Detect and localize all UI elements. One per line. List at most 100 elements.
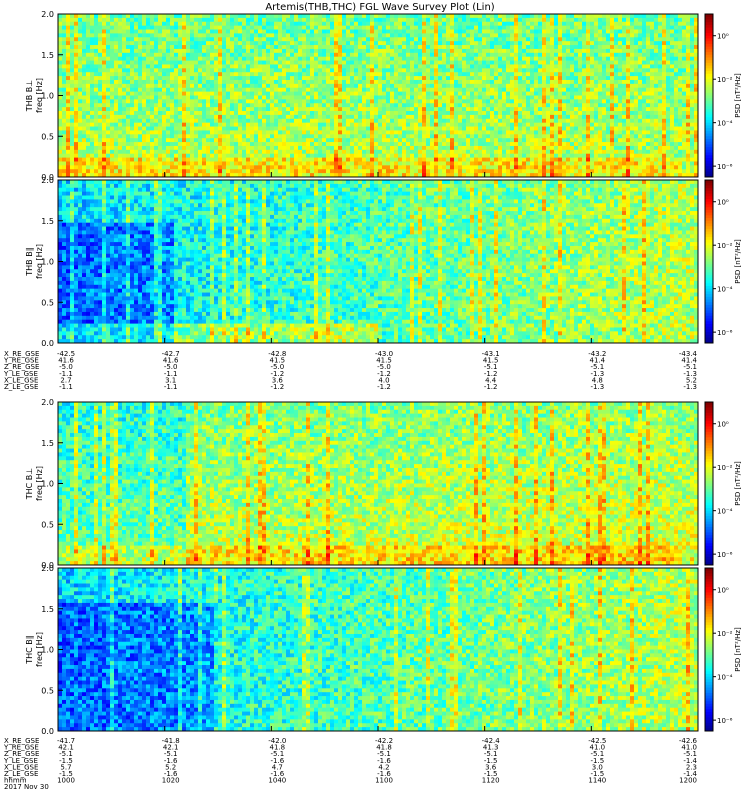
heatmap-cell — [114, 150, 118, 154]
heatmap-cell — [66, 30, 70, 34]
heatmap-cell — [114, 33, 118, 37]
heatmap-cell — [62, 37, 66, 41]
heatmap-cell — [94, 111, 98, 115]
heatmap-cell — [70, 103, 74, 107]
heatmap-cell — [98, 130, 102, 134]
heatmap-cell — [98, 158, 102, 162]
heatmap-cell — [86, 92, 90, 96]
heatmap-cell — [94, 158, 98, 162]
heatmap-cell — [98, 84, 102, 88]
heatmap-cell — [126, 57, 130, 61]
heatmap-cell — [70, 26, 74, 30]
heatmap-cell — [58, 146, 62, 150]
heatmap-cell — [98, 26, 102, 30]
heatmap-cell — [90, 161, 94, 165]
heatmap-cell — [78, 76, 82, 80]
heatmap-cell — [102, 169, 106, 173]
heatmap-cell — [70, 57, 74, 61]
heatmap-cell — [86, 49, 90, 53]
heatmap-cell — [94, 14, 98, 18]
heatmap-cell — [102, 142, 106, 146]
heatmap-cell — [82, 37, 86, 41]
heatmap-cell — [126, 72, 130, 76]
heatmap-cell — [86, 134, 90, 138]
heatmap-cell — [82, 76, 86, 80]
heatmap-cell — [98, 30, 102, 34]
wave-survey-figure: Artemis(THB,THC) FGL Wave Survey Plot (L… — [0, 0, 750, 800]
heatmap-cell — [74, 123, 78, 127]
heatmap-cell — [122, 88, 126, 92]
heatmap-cell — [126, 14, 130, 18]
heatmap-cell — [58, 30, 62, 34]
heatmap-cell — [82, 142, 86, 146]
heatmap-cell — [58, 22, 62, 26]
heatmap-cell — [98, 76, 102, 80]
heatmap-cell — [62, 64, 66, 68]
heatmap-cell — [110, 72, 114, 76]
heatmap-cell — [58, 26, 62, 30]
heatmap-cell — [74, 103, 78, 107]
heatmap-cell — [110, 165, 114, 169]
heatmap-cell — [94, 146, 98, 150]
heatmap-cell — [70, 68, 74, 72]
heatmap-cell — [82, 154, 86, 158]
heatmap-cell — [98, 18, 102, 22]
heatmap-cell — [98, 99, 102, 103]
heatmap-cell — [78, 37, 82, 41]
heatmap-cell — [126, 30, 130, 34]
heatmap-cell — [70, 18, 74, 22]
heatmap-cell — [122, 111, 126, 115]
heatmap-cell — [82, 111, 86, 115]
heatmap-cell — [118, 134, 122, 138]
heatmap-cell — [74, 150, 78, 154]
heatmap-cell — [74, 134, 78, 138]
heatmap-cell — [58, 45, 62, 49]
heatmap-cell — [98, 57, 102, 61]
heatmap-cell — [114, 57, 118, 61]
heatmap-cell — [66, 142, 70, 146]
heatmap-cell — [94, 64, 98, 68]
heatmap-cell — [122, 26, 126, 30]
heatmap-cell — [86, 84, 90, 88]
heatmap-cell — [70, 64, 74, 68]
heatmap-cell — [118, 158, 122, 162]
heatmap-cell — [118, 14, 122, 18]
heatmap-cell — [122, 154, 126, 158]
heatmap-cell — [74, 76, 78, 80]
heatmap-cell — [110, 142, 114, 146]
heatmap-cell — [118, 49, 122, 53]
heatmap-cell — [98, 88, 102, 92]
heatmap-cell — [58, 169, 62, 173]
heatmap-cell — [58, 41, 62, 45]
heatmap-cell — [66, 68, 70, 72]
heatmap-cell — [86, 96, 90, 100]
heatmap-cell — [86, 37, 90, 41]
heatmap-cell — [70, 88, 74, 92]
heatmap-cell — [114, 84, 118, 88]
heatmap-cell — [106, 49, 110, 53]
heatmap-cell — [62, 49, 66, 53]
heatmap-cell — [102, 14, 106, 18]
heatmap-cell — [58, 18, 62, 22]
heatmap-cell — [126, 88, 130, 92]
heatmap-cell — [74, 61, 78, 65]
heatmap-cell — [110, 115, 114, 119]
heatmap-cell — [110, 92, 114, 96]
heatmap-cell — [82, 88, 86, 92]
heatmap-cell — [118, 103, 122, 107]
heatmap-cell — [62, 72, 66, 76]
heatmap-cell — [126, 80, 130, 84]
heatmap-cell — [66, 88, 70, 92]
heatmap-cell — [74, 45, 78, 49]
heatmap-cell — [82, 53, 86, 57]
heatmap-cell — [98, 41, 102, 45]
heatmap-cell — [114, 80, 118, 84]
heatmap-cell — [62, 169, 66, 173]
heatmap-cell — [126, 49, 130, 53]
heatmap-cell — [110, 14, 114, 18]
heatmap-cell — [86, 18, 90, 22]
heatmap-cell — [78, 142, 82, 146]
heatmap-cell — [90, 45, 94, 49]
heatmap-cell — [82, 26, 86, 30]
heatmap-cell — [70, 134, 74, 138]
